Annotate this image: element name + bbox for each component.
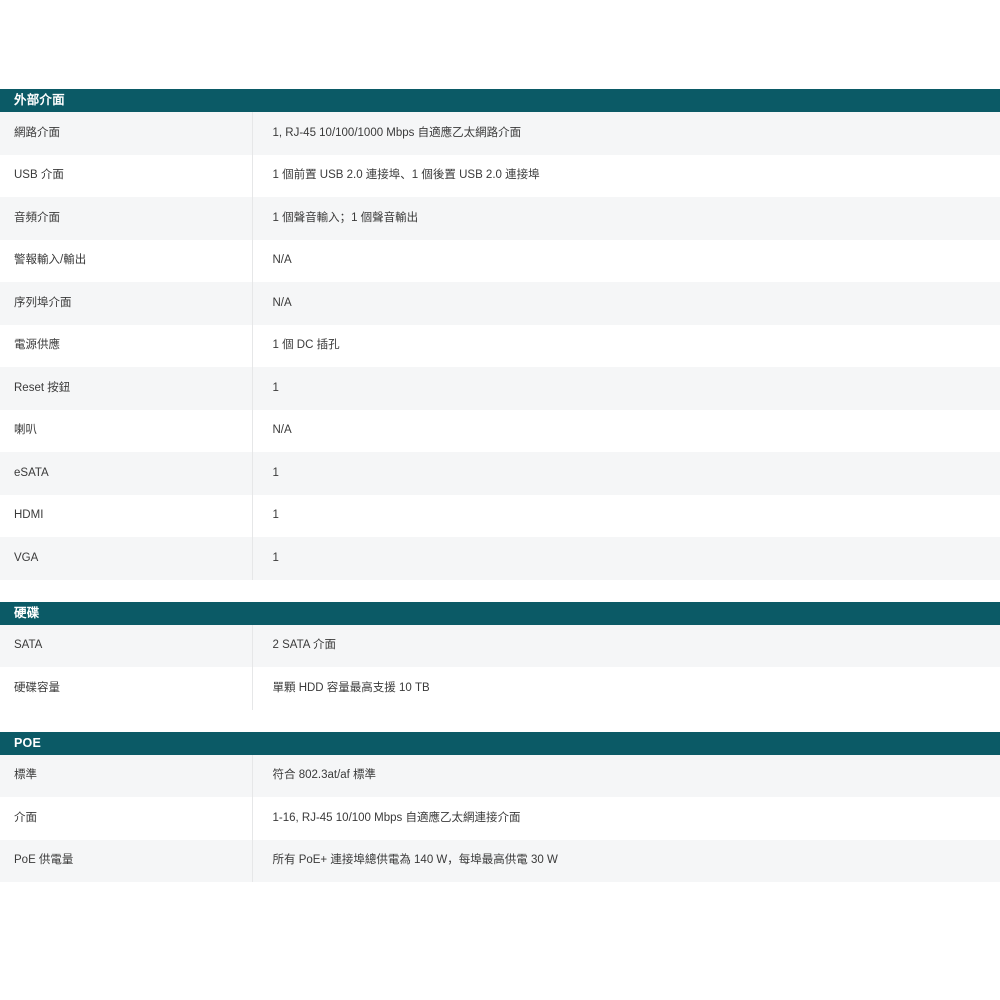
- spec-value: 單顆 HDD 容量最高支援 10 TB: [272, 681, 430, 694]
- spec-label: 音頻介面: [0, 197, 253, 240]
- spec-section: POE 標準 符合 802.3at/af 標準介面 1-16, RJ-45 10/10…: [0, 731, 1000, 882]
- section-header: 硬碟: [0, 601, 1000, 625]
- spec-sheet-page: 外部介面 網路介面 1, RJ-45 10/100/1000 Mbps 自適應乙太網…: [0, 0, 1000, 1000]
- spec-label: 電源供應: [0, 324, 253, 367]
- table-row: HDMI 1: [0, 494, 1000, 537]
- table-row: 網路介面 1, RJ-45 10/100/1000 Mbps 自適應乙太網路介面: [0, 112, 1000, 155]
- spec-label: HDMI: [0, 494, 253, 537]
- spec-table: 標準 符合 802.3at/af 標準介面 1-16, RJ-45 10/100 M…: [0, 754, 1000, 882]
- spec-label: 介面: [0, 797, 253, 840]
- table-row: eSATA 1: [0, 452, 1000, 495]
- spec-value: 1: [272, 381, 279, 394]
- spec-value: 1 個聲音輸入；1 個聲音輸出: [272, 211, 419, 224]
- spec-value: 1, RJ-45 10/100/1000 Mbps 自適應乙太網路介面: [272, 126, 522, 139]
- spec-label: 序列埠介面: [0, 282, 253, 325]
- table-row: 硬碟容量 單顆 HDD 容量最高支援 10 TB: [0, 667, 1000, 710]
- top-spacer: [0, 0, 1000, 89]
- spec-label: 硬碟容量: [0, 667, 253, 710]
- table-row: 警報輸入/輸出 N/A: [0, 239, 1000, 282]
- table-row: Reset 按鈕 1: [0, 367, 1000, 410]
- spec-sections: 外部介面 網路介面 1, RJ-45 10/100/1000 Mbps 自適應乙太網…: [0, 89, 1000, 882]
- spec-value: 2 SATA 介面: [272, 639, 336, 652]
- table-row: PoE 供電量 所有 PoE+ 連接埠總供電為 140 W，每埠最高供電 30 W: [0, 839, 1000, 882]
- spec-value: 所有 PoE+ 連接埠總供電為 140 W，每埠最高供電 30 W: [272, 854, 558, 867]
- table-row: 介面 1-16, RJ-45 10/100 Mbps 自適應乙太網連接介面: [0, 797, 1000, 840]
- spec-value: N/A: [272, 254, 292, 267]
- spec-value: 1: [272, 466, 279, 479]
- bottom-spacer: [0, 882, 1000, 966]
- spec-label: eSATA: [0, 452, 253, 495]
- spec-section: 硬碟 SATA 2 SATA 介面硬碟容量 單顆 HDD 容量最高支援 10 TB: [0, 601, 1000, 710]
- spec-value: 1: [272, 509, 279, 522]
- spec-label: 網路介面: [0, 112, 253, 155]
- spec-table: SATA 2 SATA 介面硬碟容量 單顆 HDD 容量最高支援 10 TB: [0, 624, 1000, 710]
- table-row: 電源供應 1 個 DC 插孔: [0, 324, 1000, 367]
- spec-value: 1 個 DC 插孔: [272, 339, 340, 352]
- table-row: SATA 2 SATA 介面: [0, 624, 1000, 667]
- spec-value: N/A: [272, 296, 292, 309]
- spec-value: 1: [272, 551, 279, 564]
- spec-label: PoE 供電量: [0, 839, 253, 882]
- spec-value: 1-16, RJ-45 10/100 Mbps 自適應乙太網連接介面: [272, 811, 521, 824]
- spec-value: N/A: [272, 424, 292, 437]
- table-row: 標準 符合 802.3at/af 標準: [0, 754, 1000, 797]
- table-row: VGA 1: [0, 537, 1000, 580]
- spec-label: 喇叭: [0, 409, 253, 452]
- spec-label: USB 介面: [0, 154, 253, 197]
- spec-label: Reset 按鈕: [0, 367, 253, 410]
- spec-value: 1 個前置 USB 2.0 連接埠、1 個後置 USB 2.0 連接埠: [272, 169, 540, 182]
- section-header: 外部介面: [0, 89, 1000, 112]
- spec-label: VGA: [0, 537, 253, 580]
- spec-label: 警報輸入/輸出: [0, 239, 253, 282]
- spec-section: 外部介面 網路介面 1, RJ-45 10/100/1000 Mbps 自適應乙太網…: [0, 89, 1000, 580]
- spec-label: 標準: [0, 754, 253, 797]
- table-row: USB 介面 1 個前置 USB 2.0 連接埠、1 個後置 USB 2.0 連接…: [0, 154, 1000, 197]
- section-header: POE: [0, 731, 1000, 755]
- spec-label: SATA: [0, 624, 253, 667]
- table-row: 喇叭 N/A: [0, 409, 1000, 452]
- table-row: 序列埠介面 N/A: [0, 282, 1000, 325]
- table-row: 音頻介面 1 個聲音輸入；1 個聲音輸出: [0, 197, 1000, 240]
- spec-table: 網路介面 1, RJ-45 10/100/1000 Mbps 自適應乙太網路介面 U…: [0, 112, 1000, 580]
- spec-value: 符合 802.3at/af 標準: [272, 769, 377, 782]
